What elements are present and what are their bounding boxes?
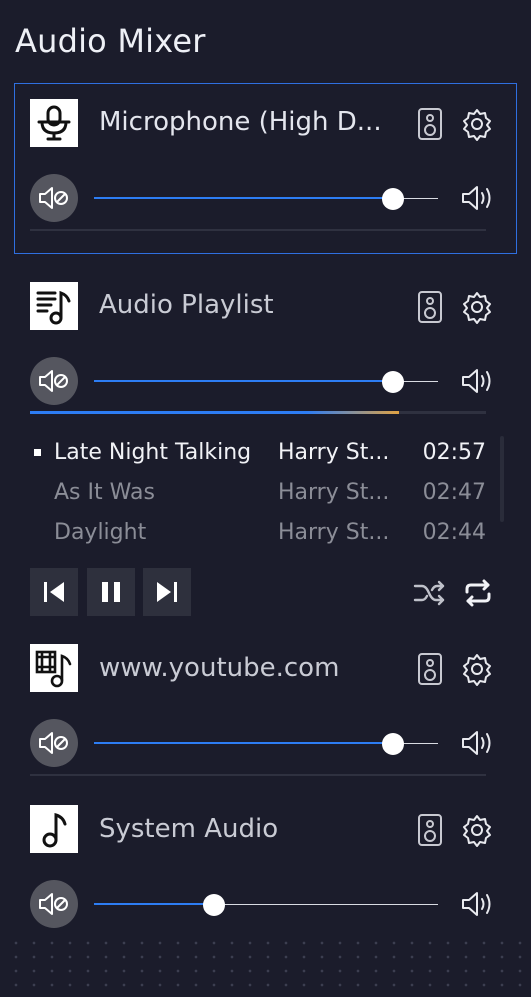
next-button[interactable] <box>143 568 191 616</box>
page-title: Audio Mixer <box>15 22 206 60</box>
volume-up-icon[interactable] <box>458 725 498 761</box>
settings-gear-icon[interactable] <box>459 651 495 687</box>
shuffle-icon <box>413 580 445 606</box>
microphone-icon <box>30 99 78 147</box>
track-title: Daylight <box>54 520 147 545</box>
now-playing-indicator <box>34 449 41 456</box>
divider <box>30 229 486 231</box>
playback-progress-bar[interactable] <box>30 411 486 414</box>
track-title: As It Was <box>54 480 155 505</box>
track-artist: Harry St... <box>278 520 390 545</box>
source-name: www.youtube.com <box>99 653 340 683</box>
mute-button[interactable] <box>30 880 78 928</box>
settings-gear-icon[interactable] <box>459 106 495 142</box>
slider-thumb[interactable] <box>382 188 405 210</box>
volume-slider[interactable] <box>94 893 438 917</box>
volume-up-icon[interactable] <box>458 886 498 922</box>
repeat-button[interactable] <box>460 575 496 611</box>
source-name: Audio Playlist <box>99 290 274 320</box>
playlist-track-row[interactable]: Late Night Talking Harry St... 02:57 <box>30 436 490 472</box>
divider <box>30 774 486 776</box>
playlist-track-row[interactable]: Daylight Harry St... 02:44 <box>30 516 490 552</box>
track-artist: Harry St... <box>278 480 390 505</box>
speaker-device-icon[interactable] <box>412 812 448 848</box>
pause-button[interactable] <box>87 568 135 616</box>
mute-button[interactable] <box>30 719 78 767</box>
speaker-device-icon[interactable] <box>412 289 448 325</box>
track-duration: 02:47 <box>422 480 486 505</box>
next-icon <box>157 582 177 602</box>
slider-fill <box>94 742 394 744</box>
source-name: System Audio <box>99 814 279 844</box>
slider-thumb[interactable] <box>203 894 226 916</box>
dotted-background-pattern <box>0 932 531 997</box>
mute-button[interactable] <box>30 357 78 405</box>
tracklist-scrollbar[interactable] <box>500 436 504 522</box>
playlist-music-icon <box>30 282 78 330</box>
track-artist: Harry St... <box>278 440 390 465</box>
mute-button[interactable] <box>30 174 78 222</box>
settings-gear-icon[interactable] <box>459 289 495 325</box>
slider-thumb[interactable] <box>382 371 405 393</box>
repeat-icon <box>465 579 491 607</box>
shuffle-button[interactable] <box>412 575 448 611</box>
slider-fill <box>94 903 215 905</box>
playlist-track-row[interactable]: As It Was Harry St... 02:47 <box>30 476 490 512</box>
video-music-icon <box>30 644 78 692</box>
volume-up-icon[interactable] <box>458 363 498 399</box>
previous-button[interactable] <box>30 568 78 616</box>
track-duration: 02:57 <box>422 440 486 465</box>
playback-progress-fill <box>30 411 400 414</box>
settings-gear-icon[interactable] <box>459 812 495 848</box>
volume-slider[interactable] <box>94 732 438 756</box>
pause-icon <box>102 582 120 602</box>
track-duration: 02:44 <box>422 520 486 545</box>
volume-up-icon[interactable] <box>458 180 498 216</box>
speaker-device-icon[interactable] <box>412 106 448 142</box>
volume-slider[interactable] <box>94 370 438 394</box>
volume-slider[interactable] <box>94 187 438 211</box>
source-name: Microphone (High D... <box>99 107 382 137</box>
music-note-icon <box>30 805 78 853</box>
slider-thumb[interactable] <box>382 733 405 755</box>
previous-icon <box>44 582 64 602</box>
track-title: Late Night Talking <box>54 440 252 465</box>
speaker-device-icon[interactable] <box>412 651 448 687</box>
slider-fill <box>94 380 394 382</box>
slider-fill <box>94 197 394 199</box>
